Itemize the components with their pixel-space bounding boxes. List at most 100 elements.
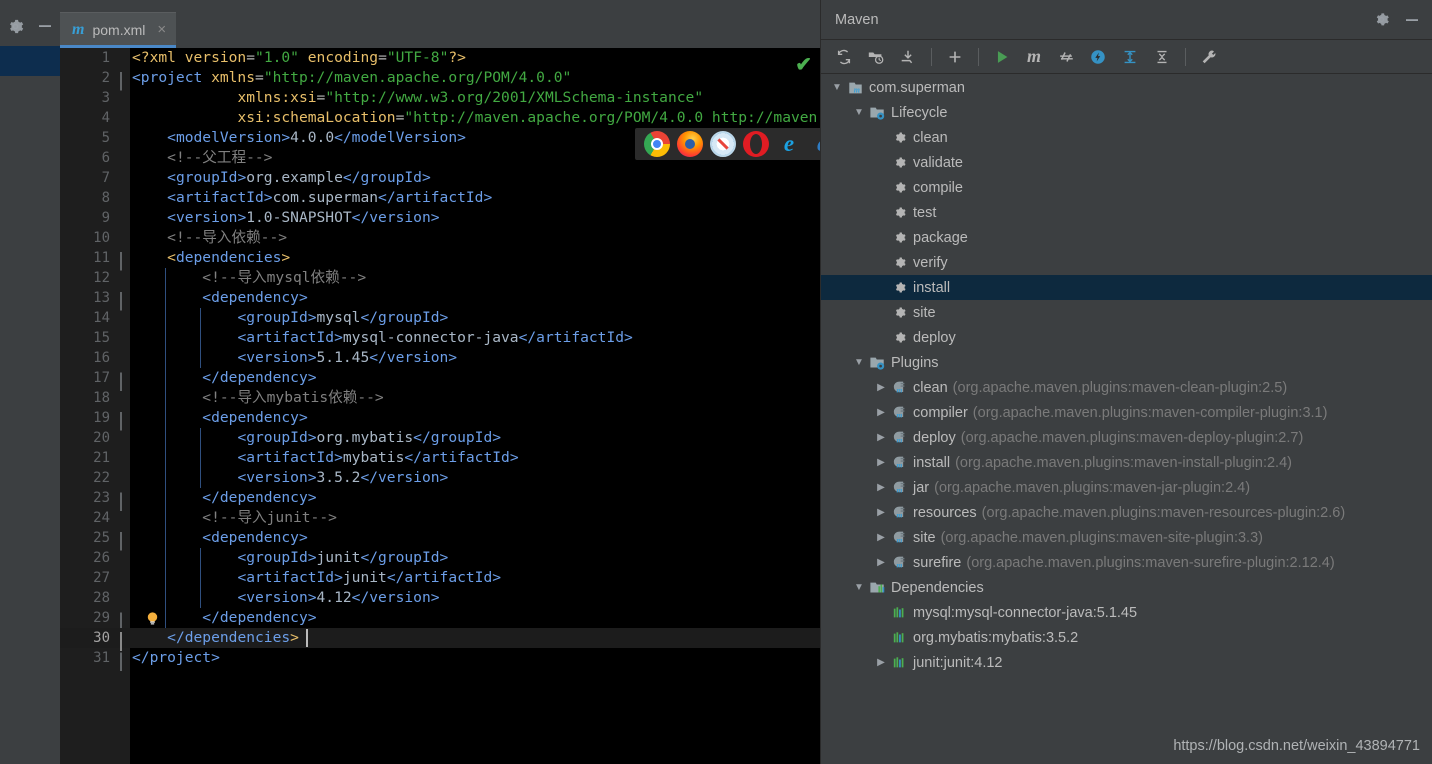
gear-icon[interactable]: [7, 18, 24, 35]
code-line[interactable]: 23 </dependency>: [60, 488, 820, 511]
code-line[interactable]: 11 <dependencies>: [60, 248, 820, 271]
code-line[interactable]: 28 <version>4.12</version>: [60, 588, 820, 608]
tree-node-deploy[interactable]: deploy: [821, 325, 1432, 350]
tree-node-plugin-surefire[interactable]: ▶ m surefire (org.apache.maven.plugins:mave…: [821, 550, 1432, 575]
tree-node-plugin-clean[interactable]: ▶ m clean (org.apache.maven.plugins:maven-c…: [821, 375, 1432, 400]
maven-project-tree[interactable]: ▼ m com.superman ▼ Lifecycle clean validate com…: [821, 75, 1432, 764]
tree-node-plugin-jar[interactable]: ▶ m jar (org.apache.maven.plugins:maven-jar…: [821, 475, 1432, 500]
chevron-right-icon[interactable]: ▶: [873, 457, 889, 468]
chevron-right-icon[interactable]: ▶: [873, 482, 889, 493]
download-sources-icon[interactable]: [893, 43, 923, 71]
code-fold-marker-icon[interactable]: [120, 492, 132, 511]
tree-node-plugin-deploy[interactable]: ▶ m deploy (org.apache.maven.plugins:maven-…: [821, 425, 1432, 450]
tree-node-dependencies[interactable]: ▼ Dependencies: [821, 575, 1432, 600]
code-editor[interactable]: 1 <?xml version="1.0" encoding="UTF-8"?> 2…: [60, 48, 820, 764]
code-fold-marker-icon[interactable]: [120, 252, 132, 271]
chevron-right-icon[interactable]: ▶: [873, 407, 889, 418]
toggle-offline-icon[interactable]: [1083, 43, 1113, 71]
code-line[interactable]: 17 </dependency>: [60, 368, 820, 391]
code-line[interactable]: 25 <dependency>: [60, 528, 820, 551]
safari-icon[interactable]: [710, 131, 736, 157]
edge-icon[interactable]: e: [809, 131, 820, 157]
maven-settings-wrench-icon[interactable]: [1194, 43, 1224, 71]
code-line[interactable]: 31 </project>: [60, 648, 820, 671]
generate-sources-icon[interactable]: [861, 43, 891, 71]
chevron-right-icon[interactable]: ▶: [873, 657, 889, 668]
code-line[interactable]: 20 <groupId>org.mybatis</groupId>: [60, 428, 820, 448]
chevron-down-icon[interactable]: ▼: [851, 357, 867, 368]
opera-icon[interactable]: [743, 131, 769, 157]
tree-node-plugins[interactable]: ▼ Plugins: [821, 350, 1432, 375]
chevron-right-icon[interactable]: ▶: [873, 507, 889, 518]
minimize-icon[interactable]: [1404, 12, 1420, 28]
code-line[interactable]: 13 <dependency>: [60, 288, 820, 311]
tree-node-plugin-site[interactable]: ▶ m site (org.apache.maven.plugins:maven-si…: [821, 525, 1432, 550]
tree-node-lifecycle[interactable]: ▼ Lifecycle: [821, 100, 1432, 125]
code-fold-marker-icon[interactable]: [120, 292, 132, 311]
internet-explorer-icon[interactable]: e: [776, 131, 802, 157]
code-line[interactable]: 30 </dependencies>: [60, 628, 820, 651]
code-line[interactable]: 4 xsi:schemaLocation="http://maven.apach…: [60, 108, 820, 128]
code-line[interactable]: 21 <artifactId>mybatis</artifactId>: [60, 448, 820, 468]
chevron-right-icon[interactable]: ▶: [873, 557, 889, 568]
chevron-down-icon[interactable]: ▼: [851, 582, 867, 593]
tree-node-compile[interactable]: compile: [821, 175, 1432, 200]
add-maven-project-icon[interactable]: [940, 43, 970, 71]
run-icon[interactable]: [987, 43, 1017, 71]
code-line[interactable]: 27 <artifactId>junit</artifactId>: [60, 568, 820, 588]
code-line[interactable]: 9 <version>1.0-SNAPSHOT</version>: [60, 208, 820, 228]
tree-node-root[interactable]: ▼ m com.superman: [821, 75, 1432, 100]
code-line[interactable]: 2 <project xmlns="http://maven.apache.org…: [60, 68, 820, 91]
tree-node-plugin-install[interactable]: ▶ m install (org.apache.maven.plugins:maven…: [821, 450, 1432, 475]
tree-node-dep-junit[interactable]: ▶ junit:junit:4.12: [821, 650, 1432, 675]
code-line[interactable]: 7 <groupId>org.example</groupId>: [60, 168, 820, 188]
tree-node-plugin-resources[interactable]: ▶ m resources (org.apache.maven.plugins:mav…: [821, 500, 1432, 525]
tree-node-verify[interactable]: verify: [821, 250, 1432, 275]
left-strip-selected-block[interactable]: [0, 46, 60, 76]
tree-node-clean[interactable]: clean: [821, 125, 1432, 150]
code-fold-marker-icon[interactable]: [120, 632, 132, 651]
tree-node-package[interactable]: package: [821, 225, 1432, 250]
show-dependencies-icon[interactable]: [1115, 43, 1145, 71]
tree-node-test[interactable]: test: [821, 200, 1432, 225]
code-fold-marker-icon[interactable]: [120, 612, 132, 631]
tree-node-validate[interactable]: validate: [821, 150, 1432, 175]
chevron-right-icon[interactable]: ▶: [873, 532, 889, 543]
code-line[interactable]: 26 <groupId>junit</groupId>: [60, 548, 820, 568]
code-line[interactable]: 29 </dependency>: [60, 608, 820, 631]
chevron-down-icon[interactable]: ▼: [829, 82, 845, 93]
code-fold-marker-icon[interactable]: [120, 652, 132, 671]
code-line[interactable]: 14 <groupId>mysql</groupId>: [60, 308, 820, 328]
toggle-skip-tests-icon[interactable]: [1051, 43, 1081, 71]
maven-settings-icon[interactable]: m: [1019, 43, 1049, 71]
chevron-right-icon[interactable]: ▶: [873, 382, 889, 393]
chrome-icon[interactable]: [644, 131, 670, 157]
tree-node-install[interactable]: install: [821, 275, 1432, 300]
code-line[interactable]: 1 <?xml version="1.0" encoding="UTF-8"?>: [60, 48, 820, 68]
gear-icon[interactable]: [1373, 11, 1390, 28]
chevron-down-icon[interactable]: ▼: [851, 107, 867, 118]
chevron-right-icon[interactable]: ▶: [873, 432, 889, 443]
code-line[interactable]: 22 <version>3.5.2</version>: [60, 468, 820, 488]
collapse-all-icon[interactable]: [1147, 43, 1177, 71]
tree-node-dep-mysql[interactable]: mysql:mysql-connector-java:5.1.45: [821, 600, 1432, 625]
code-fold-marker-icon[interactable]: [120, 72, 132, 91]
firefox-icon[interactable]: [677, 131, 703, 157]
code-line[interactable]: 24 <!--导入junit-->: [60, 508, 820, 528]
code-line[interactable]: 10 <!--导入依赖-->: [60, 228, 820, 248]
tree-node-site[interactable]: site: [821, 300, 1432, 325]
reimport-icon[interactable]: [829, 43, 859, 71]
code-line[interactable]: 16 <version>5.1.45</version>: [60, 348, 820, 368]
minimize-icon[interactable]: [37, 18, 53, 34]
code-fold-marker-icon[interactable]: [120, 532, 132, 551]
editor-tab-pom-xml[interactable]: m pom.xml ×: [60, 12, 177, 48]
code-fold-marker-icon[interactable]: [120, 412, 132, 431]
tree-node-dep-mybatis[interactable]: org.mybatis:mybatis:3.5.2: [821, 625, 1432, 650]
inspection-ok-icon[interactable]: ✔: [795, 52, 812, 77]
close-icon[interactable]: ×: [157, 21, 166, 38]
code-line[interactable]: 12 <!--导入mysql依赖-->: [60, 268, 820, 288]
code-line[interactable]: 15 <artifactId>mysql-connector-java</art…: [60, 328, 820, 348]
tree-node-plugin-compiler[interactable]: ▶ m compiler (org.apache.maven.plugins:mave…: [821, 400, 1432, 425]
open-in-browser-popup[interactable]: e e: [635, 128, 820, 160]
code-line[interactable]: 19 <dependency>: [60, 408, 820, 431]
